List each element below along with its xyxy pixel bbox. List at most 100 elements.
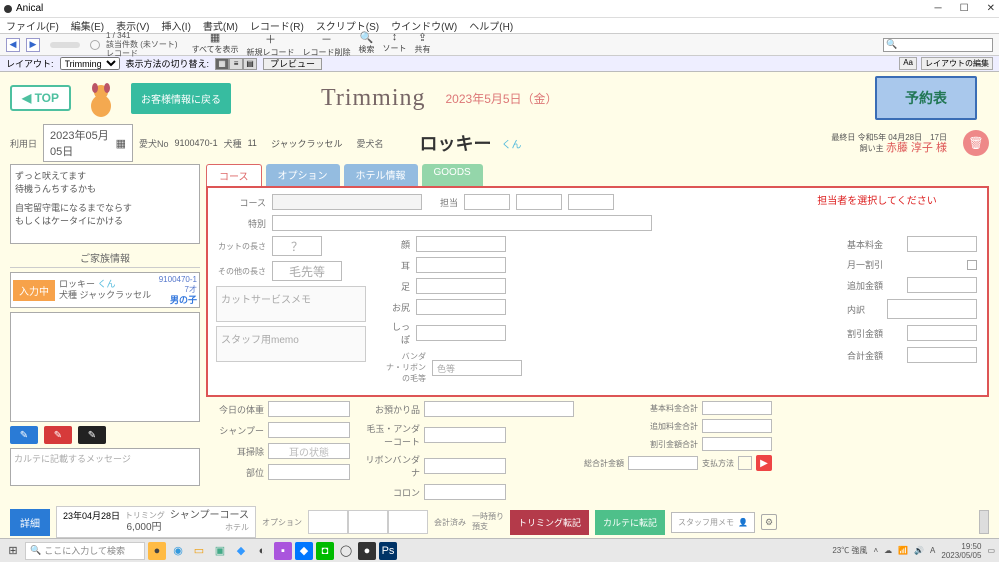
tb-excel-icon[interactable]: ▣ — [211, 542, 229, 560]
face-input[interactable] — [416, 236, 506, 252]
tray-chevron-icon[interactable]: ˄ — [873, 546, 878, 555]
use-date-field[interactable]: 2023年05月05日▦ — [43, 124, 133, 162]
otherlen-input[interactable]: 毛先等 — [272, 261, 342, 281]
monthly-checkbox[interactable] — [967, 260, 977, 270]
tb-dropbox-icon[interactable]: ◆ — [295, 542, 313, 560]
maximize-icon[interactable]: ☐ — [960, 3, 969, 14]
tantou-input-1[interactable] — [464, 194, 510, 210]
tool-sort[interactable]: ↕ソート — [383, 31, 407, 58]
tool-share[interactable]: ⇪共有 — [415, 31, 431, 58]
course-select[interactable] — [272, 194, 422, 210]
menu-file[interactable]: ファイル(F) — [6, 18, 59, 33]
top-button[interactable]: ◀ TOP — [10, 85, 71, 111]
history-detail-button[interactable]: 詳細 — [10, 509, 50, 536]
weather-widget[interactable]: 23℃ 強風 — [832, 545, 867, 556]
customer-back-button[interactable]: お客様情報に戻る — [131, 83, 231, 114]
basefee-input[interactable] — [907, 236, 977, 252]
tantou-input-3[interactable] — [568, 194, 614, 210]
family-row[interactable]: 入力中 ロッキー くん 犬種 ジャックラッセル 9100470-1 7才 男の子 — [10, 272, 200, 308]
special-input[interactable] — [272, 215, 652, 231]
addfee-input[interactable] — [907, 277, 977, 293]
staff-memo-input[interactable]: スタッフ用memo — [216, 326, 366, 362]
tb-line-icon[interactable]: ◘ — [316, 542, 334, 560]
staffmemo-button[interactable]: スタッフ用メモ 👤 — [671, 512, 755, 533]
tb-app-2[interactable]: ◆ — [232, 542, 250, 560]
viewmode-table[interactable]: ▤ — [243, 58, 257, 70]
prev-record-button[interactable]: ◀ — [6, 38, 20, 52]
opt-cell-2[interactable] — [348, 510, 388, 534]
tool-show-all[interactable]: ▦すべてを表示 — [192, 31, 239, 58]
tray-network-icon[interactable]: 📶 — [898, 546, 908, 555]
edit-layout-button[interactable]: レイアウトの編集 — [921, 57, 993, 70]
karte-memo-input[interactable]: カルテに記載するメッセージ — [10, 448, 200, 486]
tab-option[interactable]: オプション — [266, 164, 340, 186]
viewmode-form[interactable]: ▦ — [215, 58, 229, 70]
ribbon-input[interactable] — [424, 458, 506, 474]
taskbar-search[interactable]: 🔍ここに入力して検索 — [25, 542, 145, 560]
customer-memo[interactable]: ずっと吠えてます 待機うんちするかも 自宅留守電になるまでならす もしくはケータ… — [10, 164, 200, 244]
part-input[interactable] — [268, 464, 350, 480]
close-icon[interactable]: ✕ — [987, 3, 995, 14]
tb-app-4[interactable]: ◯ — [337, 542, 355, 560]
menu-edit[interactable]: 編集(E) — [71, 18, 104, 33]
trim-copy-button[interactable]: トリミング転記 — [510, 510, 589, 535]
tray-volume-icon[interactable]: 🔊 — [914, 546, 924, 555]
deposit-input[interactable] — [424, 401, 574, 417]
viewmode-list[interactable]: ≡ — [229, 58, 243, 70]
opt-cell-3[interactable] — [388, 510, 428, 534]
tantou-input-2[interactable] — [516, 194, 562, 210]
pen-blue-button[interactable]: ✎ — [10, 426, 38, 444]
tail-input[interactable] — [416, 325, 506, 341]
scrollbar[interactable] — [979, 510, 989, 534]
next-record-button[interactable]: ▶ — [26, 38, 40, 52]
opt-cell-1[interactable] — [308, 510, 348, 534]
tray-onedrive-icon[interactable]: ☁ — [884, 546, 892, 555]
pen-red-button[interactable]: ✎ — [44, 426, 72, 444]
preview-button[interactable]: プレビュー — [263, 58, 322, 70]
tool-new-record[interactable]: ＋新規レコード — [247, 31, 295, 58]
menu-help[interactable]: ヘルプ(H) — [469, 18, 513, 33]
tb-app-3[interactable]: ▪ — [274, 542, 292, 560]
tray-ime-icon[interactable]: A — [930, 546, 935, 555]
detail-input[interactable] — [887, 299, 977, 319]
tb-edge-icon[interactable]: ◉ — [169, 542, 187, 560]
weight-input[interactable] — [268, 401, 350, 417]
ear-input[interactable] — [416, 257, 506, 273]
tb-app-5[interactable]: ● — [358, 542, 376, 560]
reservation-button[interactable]: 予約表 — [875, 76, 977, 120]
cologne-input[interactable] — [424, 484, 506, 500]
cutlen-input[interactable]: ？ — [272, 236, 322, 256]
tb-ps-icon[interactable]: Ps — [379, 542, 397, 560]
bandana-input[interactable]: 色等 — [432, 360, 522, 376]
record-slider[interactable] — [50, 42, 80, 48]
minimize-icon[interactable]: ─ — [935, 3, 942, 14]
delete-button[interactable]: 🗑 — [963, 130, 989, 156]
settings-button[interactable]: ⚙ — [761, 514, 777, 530]
tb-chrome-icon[interactable]: ◐ — [253, 542, 271, 560]
hair-input[interactable] — [424, 427, 506, 443]
tb-folder-icon[interactable]: ▭ — [190, 542, 208, 560]
tray-notification-icon[interactable]: ▭ — [987, 546, 995, 555]
total-input[interactable] — [907, 347, 977, 363]
pay-input[interactable] — [738, 456, 752, 470]
tool-delete-record[interactable]: －レコード削除 — [303, 31, 351, 58]
karte-copy-button[interactable]: カルテに転記 — [595, 510, 665, 535]
butt-input[interactable] — [416, 299, 506, 315]
tab-hotel[interactable]: ホテル情報 — [344, 164, 418, 186]
tab-goods[interactable]: GOODS — [422, 164, 483, 186]
clock[interactable]: 19:50 2023/05/05 — [941, 542, 981, 560]
tab-course[interactable]: コース — [206, 164, 262, 186]
shampoo-input[interactable] — [268, 422, 350, 438]
cut-memo-input[interactable]: カットサービスメモ — [216, 286, 366, 322]
format-aa-button[interactable]: Aa — [899, 57, 917, 70]
quick-search-input[interactable]: 🔍 — [883, 38, 993, 52]
pen-black-button[interactable]: ✎ — [78, 426, 106, 444]
tool-search[interactable]: 🔍検索 — [359, 31, 375, 58]
start-button[interactable]: ⊞ — [4, 542, 22, 560]
pay-button[interactable]: ▶ — [756, 455, 772, 471]
history-card[interactable]: 23年04月28日 トリミング シャンプーコース 6,000円 ホテル — [56, 506, 256, 538]
discount-input[interactable] — [907, 325, 977, 341]
foot-input[interactable] — [416, 278, 506, 294]
tb-app-1[interactable]: ● — [148, 542, 166, 560]
layout-select[interactable]: Trimming — [60, 57, 120, 70]
